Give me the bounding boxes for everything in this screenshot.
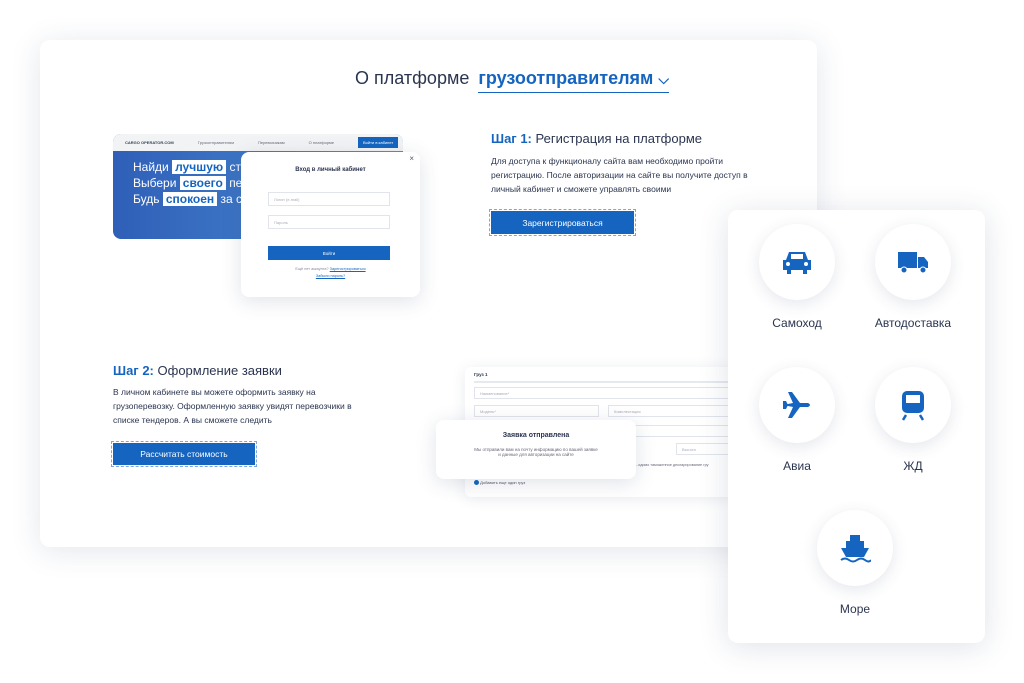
- chevron-down-icon: ⌵: [658, 71, 669, 87]
- register-button[interactable]: Зарегистрироваться: [489, 209, 636, 236]
- close-icon: ×: [409, 154, 414, 163]
- calculate-button[interactable]: Рассчитать стоимость: [111, 441, 257, 467]
- order-sent-popup: Заявка отправлена Мы отправили вам на по…: [436, 420, 636, 479]
- transport-samohod[interactable]: Самоход: [737, 224, 857, 330]
- step2-text: В личном кабинете вы можете оформить зая…: [113, 387, 352, 425]
- step2-title: Шаг 2: Оформление заявки: [113, 363, 282, 378]
- page-title: О платформе грузоотправителям ⌵: [0, 68, 1024, 93]
- login-modal: × Вход в личный кабинет Логин (e-mail) П…: [241, 152, 420, 297]
- login-submit: Войти: [268, 246, 390, 260]
- car-icon: [783, 252, 811, 274]
- transport-sea[interactable]: Море: [795, 510, 915, 616]
- train-icon: [901, 391, 925, 421]
- plane-icon: [783, 392, 810, 418]
- login-field: Логин (e-mail): [268, 192, 390, 206]
- step1-text: Для доступа к функционалу сайта вам необ…: [491, 156, 748, 194]
- plus-circle-icon: [474, 480, 479, 486]
- transport-rail[interactable]: ЖД: [853, 367, 973, 473]
- transport-auto[interactable]: Автодоставка: [853, 224, 973, 330]
- audience-dropdown[interactable]: грузоотправителям ⌵: [478, 68, 669, 93]
- site-login-button: Войти в кабинет: [358, 137, 399, 148]
- step1-title: Шаг 1: Регистрация на платформе: [491, 131, 702, 146]
- truck-icon: [898, 252, 928, 274]
- password-field: Пароль: [268, 215, 390, 229]
- site-logo: CARGO OPERATOR.COM: [125, 140, 174, 145]
- ship-icon: [840, 535, 871, 563]
- transport-types-card: Самоход Автодоставка Авиа ЖД Море: [728, 210, 985, 643]
- transport-avia[interactable]: Авиа: [737, 367, 857, 473]
